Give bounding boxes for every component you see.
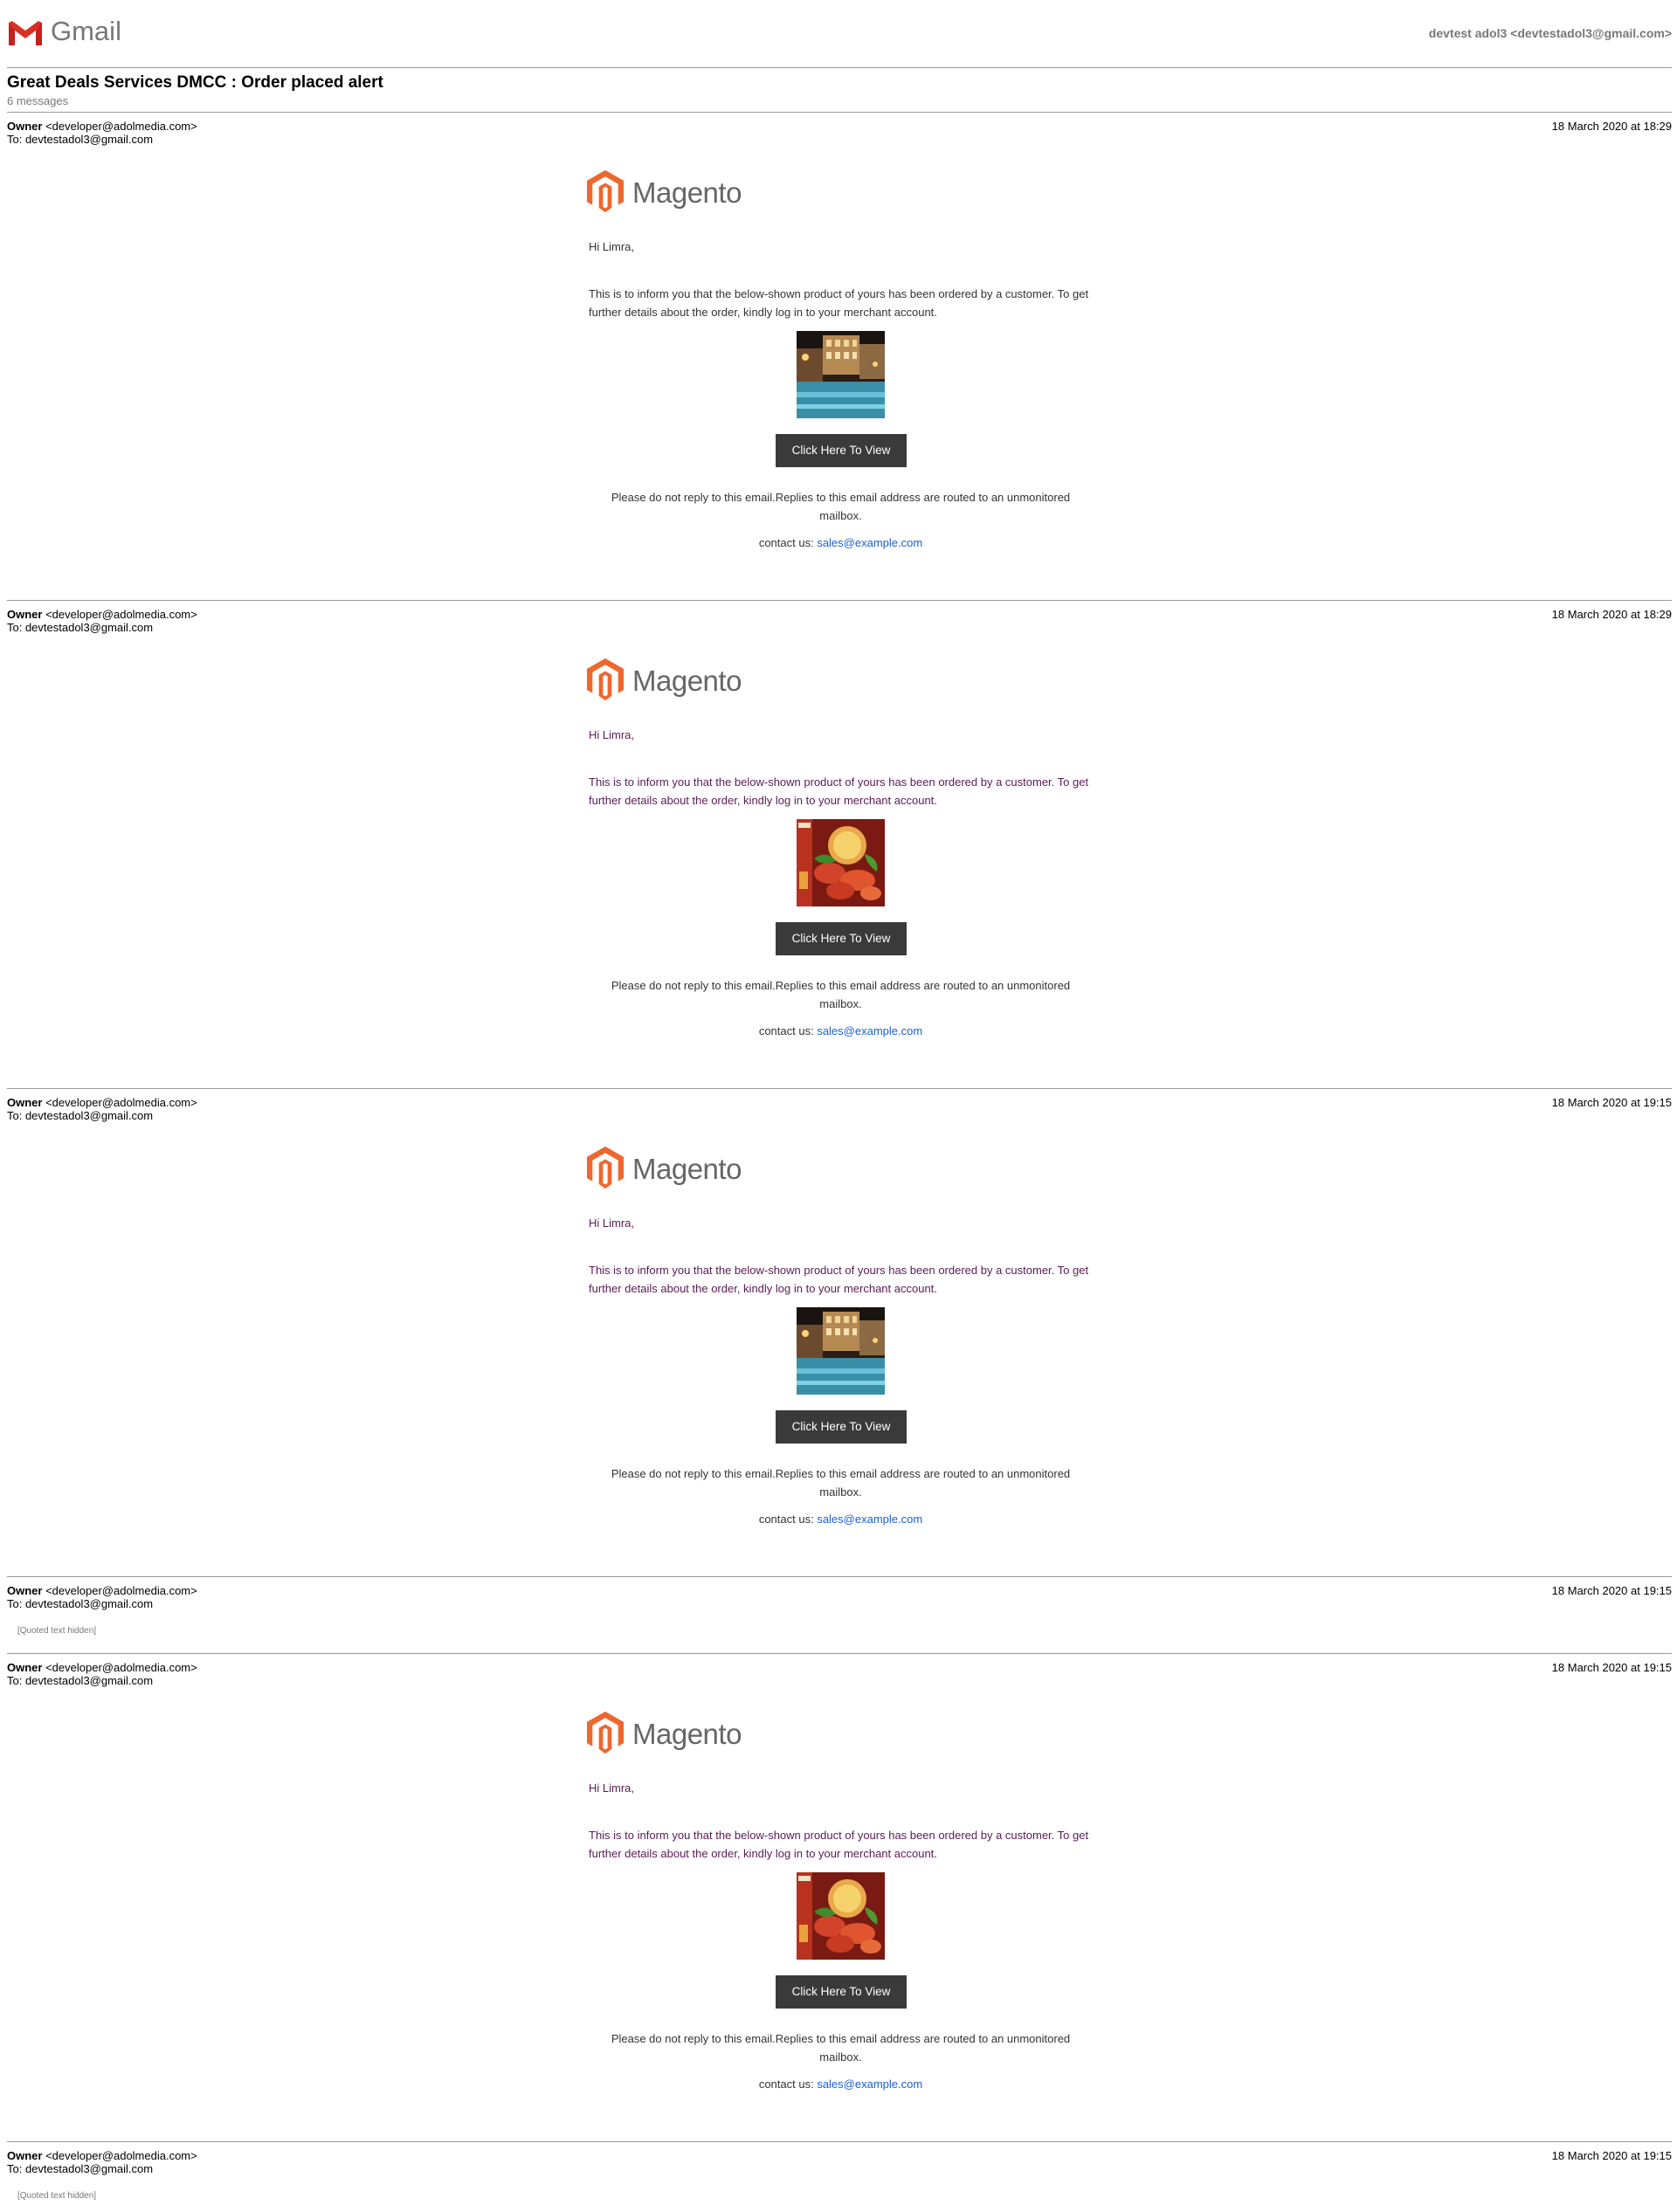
intro-text: This is to inform you that the below-sho… bbox=[589, 1264, 1089, 1295]
message-date: 18 March 2020 at 18:29 bbox=[1551, 608, 1672, 621]
magento-logo-icon bbox=[587, 658, 624, 701]
app-name[interactable]: Gmail bbox=[51, 16, 121, 47]
recipient: To: devtestadol3@gmail.com bbox=[7, 1597, 154, 1610]
magento-logo: Magento bbox=[587, 658, 753, 705]
divider bbox=[7, 67, 1672, 68]
product-image bbox=[797, 331, 885, 418]
divider bbox=[7, 1653, 1672, 1654]
message-date: 18 March 2020 at 19:15 bbox=[1551, 1661, 1672, 1674]
intro-text: This is to inform you that the below-sho… bbox=[589, 1829, 1089, 1860]
divider bbox=[7, 112, 1672, 113]
message: Owner <developer@adolmedia.com> To: devt… bbox=[0, 1584, 1677, 1645]
magento-logo-icon bbox=[587, 1146, 624, 1189]
message: Owner <developer@adolmedia.com> To: devt… bbox=[0, 1096, 1677, 1576]
intro-text: This is to inform you that the below-sho… bbox=[589, 775, 1089, 807]
quoted-text-hidden[interactable]: [Quoted text hidden] bbox=[17, 2191, 96, 2201]
message: Owner <developer@adolmedia.com> To: devt… bbox=[0, 608, 1677, 1088]
message: Owner <developer@adolmedia.com> To: devt… bbox=[0, 120, 1677, 600]
recipient: To: devtestadol3@gmail.com bbox=[7, 133, 154, 146]
click-here-to-view-button[interactable]: Click Here To View bbox=[776, 434, 907, 467]
recipient: To: devtestadol3@gmail.com bbox=[7, 1109, 154, 1122]
divider bbox=[7, 600, 1672, 601]
contact-line: contact us: sales@example.com bbox=[758, 1024, 923, 1037]
magento-logo: Magento bbox=[587, 1711, 753, 1758]
message: Owner <developer@adolmedia.com> To: devt… bbox=[0, 2149, 1677, 2210]
click-here-to-view-button[interactable]: Click Here To View bbox=[776, 1975, 907, 2009]
contact-line: contact us: sales@example.com bbox=[758, 2078, 923, 2091]
intro-text: This is to inform you that the below-sho… bbox=[589, 287, 1089, 319]
magento-logo: Magento bbox=[587, 1146, 753, 1193]
message-date: 18 March 2020 at 19:15 bbox=[1551, 1096, 1672, 1109]
click-here-to-view-button[interactable]: Click Here To View bbox=[776, 1410, 907, 1444]
no-reply-note: Please do not reply to this email.Replie… bbox=[611, 491, 1071, 522]
divider bbox=[7, 2141, 1672, 2142]
product-image bbox=[797, 1872, 885, 1960]
contact-email-link[interactable]: sales@example.com bbox=[817, 2078, 922, 2091]
message: Owner <developer@adolmedia.com> To: devt… bbox=[0, 1661, 1677, 2141]
greeting: Hi Limra, bbox=[589, 1216, 635, 1230]
account-label: devtest adol3 <devtestadol3@gmail.com> bbox=[1428, 26, 1672, 40]
greeting: Hi Limra, bbox=[589, 728, 635, 741]
quoted-text-hidden[interactable]: [Quoted text hidden] bbox=[17, 1626, 96, 1636]
magento-logo-icon bbox=[587, 169, 624, 213]
gmail-logo-icon bbox=[9, 21, 42, 45]
greeting: Hi Limra, bbox=[589, 1781, 635, 1795]
message-date: 18 March 2020 at 19:15 bbox=[1551, 1584, 1672, 1597]
recipient: To: devtestadol3@gmail.com bbox=[7, 1674, 154, 1687]
sender: Owner <developer@adolmedia.com> bbox=[7, 1584, 197, 1597]
greeting: Hi Limra, bbox=[589, 240, 635, 253]
product-image bbox=[797, 1307, 885, 1395]
magento-logo-icon bbox=[587, 1711, 624, 1754]
sender: Owner <developer@adolmedia.com> bbox=[7, 1096, 197, 1109]
message-count: 6 messages bbox=[7, 94, 69, 107]
magento-wordmark: Magento bbox=[632, 665, 742, 697]
recipient: To: devtestadol3@gmail.com bbox=[7, 621, 154, 634]
message-date: 18 March 2020 at 19:15 bbox=[1551, 2149, 1672, 2162]
contact-line: contact us: sales@example.com bbox=[758, 1513, 923, 1526]
product-image bbox=[797, 819, 885, 906]
message-date: 18 March 2020 at 18:29 bbox=[1551, 120, 1672, 133]
click-here-to-view-button[interactable]: Click Here To View bbox=[776, 922, 907, 955]
contact-email-link[interactable]: sales@example.com bbox=[817, 1513, 922, 1526]
sender: Owner <developer@adolmedia.com> bbox=[7, 608, 197, 621]
sender: Owner <developer@adolmedia.com> bbox=[7, 2149, 197, 2162]
magento-logo: Magento bbox=[587, 169, 753, 217]
recipient: To: devtestadol3@gmail.com bbox=[7, 2162, 154, 2175]
contact-email-link[interactable]: sales@example.com bbox=[817, 1024, 922, 1037]
divider bbox=[7, 1088, 1672, 1089]
magento-wordmark: Magento bbox=[632, 1718, 742, 1750]
no-reply-note: Please do not reply to this email.Replie… bbox=[611, 1467, 1071, 1499]
thread-subject: Great Deals Services DMCC : Order placed… bbox=[7, 73, 383, 92]
sender: Owner <developer@adolmedia.com> bbox=[7, 1661, 197, 1674]
magento-wordmark: Magento bbox=[632, 176, 742, 209]
sender: Owner <developer@adolmedia.com> bbox=[7, 120, 197, 133]
no-reply-note: Please do not reply to this email.Replie… bbox=[611, 2032, 1071, 2064]
contact-email-link[interactable]: sales@example.com bbox=[817, 536, 922, 549]
divider bbox=[7, 1576, 1672, 1577]
magento-wordmark: Magento bbox=[632, 1153, 742, 1185]
contact-line: contact us: sales@example.com bbox=[758, 536, 923, 549]
no-reply-note: Please do not reply to this email.Replie… bbox=[611, 979, 1071, 1010]
